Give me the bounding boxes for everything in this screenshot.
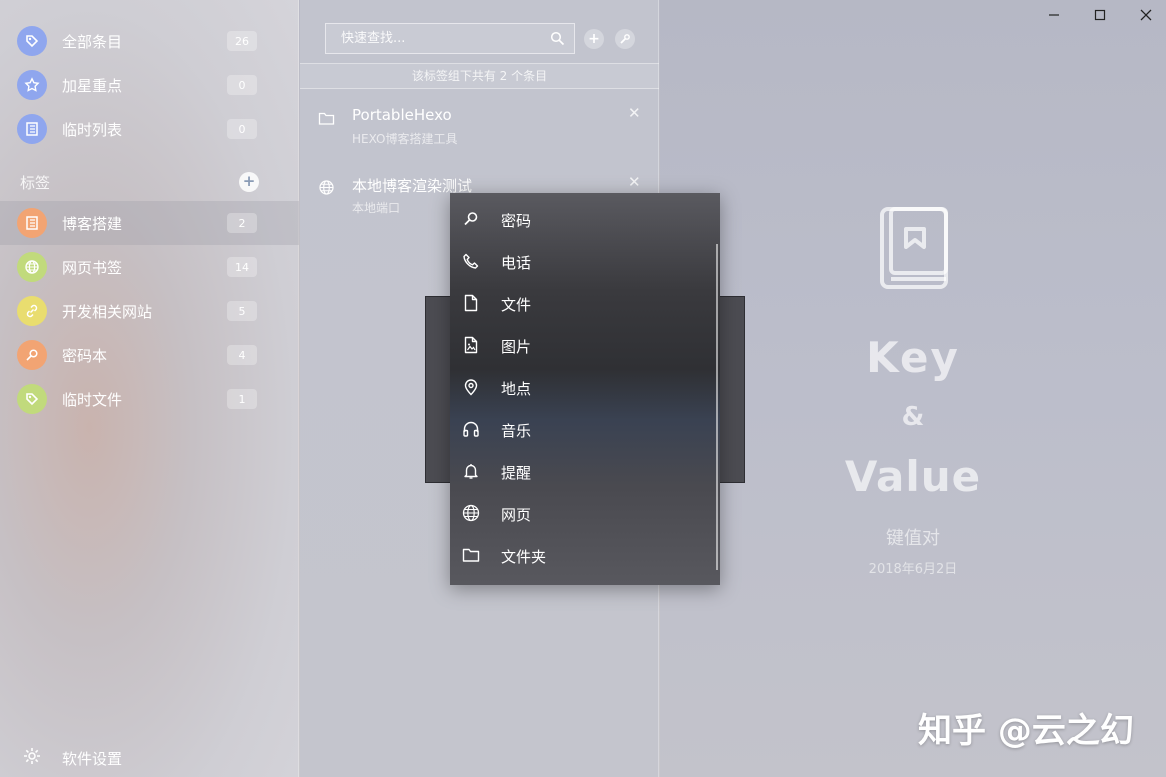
search-icon[interactable]: [550, 31, 565, 46]
search-input[interactable]: [326, 24, 541, 53]
menu-item-file[interactable]: 文件: [450, 283, 712, 325]
star-icon: [17, 70, 47, 100]
menu-item-folder[interactable]: 文件夹: [450, 535, 712, 577]
menu-item-label: 密码: [501, 212, 532, 230]
tag-icon: [17, 384, 47, 414]
book-icon: [878, 205, 950, 291]
sidebar: 全部条目 26 加星重点 0 临时列表 0 标签 + 博客搭建 2 网页书签 1…: [0, 0, 299, 777]
logo-date: 2018年6月2日: [868, 562, 958, 577]
sidebar-item-dev-sites[interactable]: 开发相关网站 5: [0, 289, 299, 333]
menu-item-location[interactable]: 地点: [450, 367, 712, 409]
menu-item-phone[interactable]: 电话: [450, 241, 712, 283]
entry-title: PortableHexo: [352, 106, 452, 124]
sidebar-item-starred[interactable]: 加星重点 0: [0, 63, 299, 107]
maximize-icon[interactable]: [1091, 6, 1109, 24]
type-menu: 密码 电话 文件 图片 地点 音乐 提醒 网页 文件夹: [450, 193, 720, 585]
gear-icon: [22, 746, 42, 766]
menu-item-label: 提醒: [501, 464, 532, 482]
menu-item-label: 文件: [501, 296, 532, 314]
menu-item-label: 地点: [501, 380, 532, 398]
list-icon: [17, 208, 47, 238]
globe-icon: [17, 252, 47, 282]
link-icon: [17, 296, 47, 326]
count-badge: 2: [227, 213, 257, 233]
folder-icon: [462, 546, 480, 564]
settings-button[interactable]: 软件设置: [0, 740, 299, 776]
menu-item-label: 文件夹: [501, 548, 547, 566]
bell-icon: [462, 462, 480, 480]
menu-item-label: 电话: [501, 254, 532, 272]
wrench-icon[interactable]: [615, 29, 635, 49]
image-icon: [462, 336, 480, 354]
entry-subtitle: 本地端口: [352, 201, 401, 215]
key-icon: [462, 210, 480, 228]
entry-count-text: 该标签组下共有 2 个条目: [300, 63, 659, 89]
sidebar-item-label: 密码本: [62, 346, 108, 365]
close-icon[interactable]: ✕: [628, 173, 641, 191]
sidebar-item-label: 全部条目: [62, 32, 123, 51]
menu-item-webpage[interactable]: 网页: [450, 493, 712, 535]
count-badge: 0: [227, 119, 257, 139]
add-entry-button[interactable]: +: [584, 29, 604, 49]
phone-icon: [462, 252, 480, 270]
close-window-icon[interactable]: [1137, 6, 1155, 24]
sidebar-item-temp-list[interactable]: 临时列表 0: [0, 107, 299, 151]
sidebar-item-blog[interactable]: 博客搭建 2: [0, 201, 299, 245]
count-badge: 26: [227, 31, 257, 51]
sidebar-item-all[interactable]: 全部条目 26: [0, 19, 299, 63]
menu-item-music[interactable]: 音乐: [450, 409, 712, 451]
logo-subtitle: 键值对: [886, 528, 940, 549]
tags-section-title: 标签: [20, 174, 51, 192]
menu-scrollbar[interactable]: [716, 244, 718, 570]
sidebar-item-label: 博客搭建: [62, 214, 123, 233]
sidebar-item-label: 网页书签: [62, 258, 123, 277]
minimize-icon[interactable]: [1045, 6, 1063, 24]
globe-icon: [318, 179, 335, 196]
count-badge: 0: [227, 75, 257, 95]
entry-subtitle: HEXO博客搭建工具: [352, 132, 458, 146]
file-icon: [462, 294, 480, 312]
sidebar-item-label: 加星重点: [62, 76, 123, 95]
settings-label: 软件设置: [62, 750, 123, 768]
close-icon[interactable]: ✕: [628, 104, 641, 122]
watermark: 知乎 @云之幻: [918, 711, 1134, 751]
folder-icon: [318, 110, 335, 127]
sidebar-item-bookmarks[interactable]: 网页书签 14: [0, 245, 299, 289]
count-badge: 1: [227, 389, 257, 409]
count-badge: 4: [227, 345, 257, 365]
menu-item-label: 图片: [501, 338, 532, 356]
key-icon: [17, 340, 47, 370]
menu-item-password[interactable]: 密码: [450, 199, 712, 241]
sidebar-item-label: 临时文件: [62, 390, 123, 409]
count-badge: 5: [227, 301, 257, 321]
count-badge: 14: [227, 257, 257, 277]
globe-icon: [462, 504, 480, 522]
tag-icon: [17, 26, 47, 56]
list-icon: [17, 114, 47, 144]
headphones-icon: [462, 420, 480, 438]
location-icon: [462, 378, 480, 396]
menu-item-reminder[interactable]: 提醒: [450, 451, 712, 493]
sidebar-item-label: 临时列表: [62, 120, 123, 139]
menu-item-label: 音乐: [501, 422, 532, 440]
search-box: [325, 23, 575, 54]
add-tag-button[interactable]: +: [239, 172, 259, 192]
menu-item-label: 网页: [501, 506, 532, 524]
list-item[interactable]: PortableHexo HEXO博客搭建工具 ✕: [300, 102, 659, 166]
sidebar-item-temp-files[interactable]: 临时文件 1: [0, 377, 299, 421]
menu-item-image[interactable]: 图片: [450, 325, 712, 367]
sidebar-item-passwords[interactable]: 密码本 4: [0, 333, 299, 377]
sidebar-item-label: 开发相关网站: [62, 302, 153, 321]
